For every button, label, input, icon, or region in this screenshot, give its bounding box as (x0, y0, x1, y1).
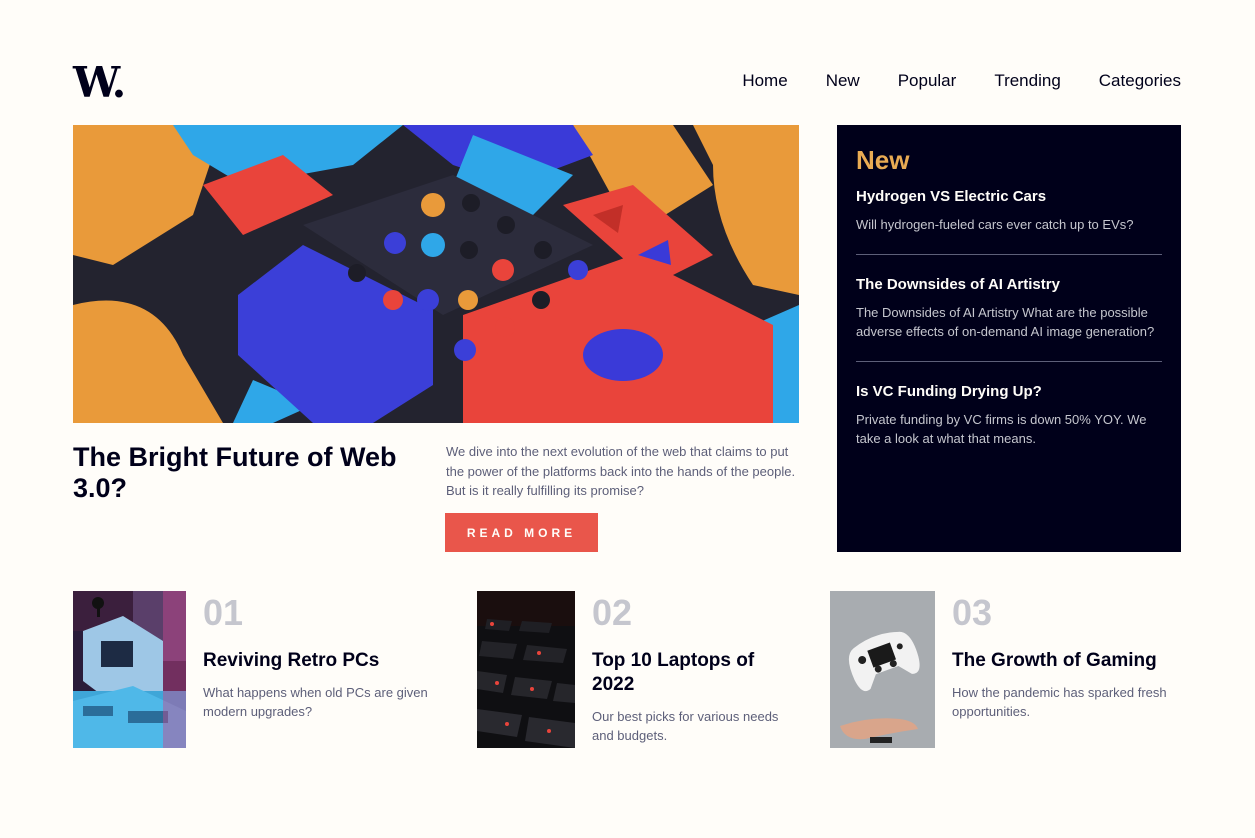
card-description: Our best picks for various needs and bud… (592, 709, 779, 743)
new-article-item[interactable]: Hydrogen VS Electric Cars Will hydrogen-… (856, 187, 1162, 234)
new-article-item[interactable]: The Downsides of AI Artistry The Downsid… (856, 275, 1162, 341)
main-nav: Home New Popular Trending Categories (742, 71, 1181, 91)
new-article-title[interactable]: The Downsides of AI Artistry (856, 275, 1162, 295)
new-article-description: The Downsides of AI Artistry What are th… (856, 305, 1155, 339)
new-article-title[interactable]: Is VC Funding Drying Up? (856, 382, 1162, 402)
card-title[interactable]: The Growth of Gaming (952, 649, 1182, 673)
nav-categories[interactable]: Categories (1099, 71, 1181, 91)
card-description: How the pandemic has sparked fresh oppor… (952, 685, 1167, 719)
read-more-button[interactable]: READ MORE (445, 513, 598, 552)
article-card[interactable]: 03 The Growth of Gaming How the pandemic… (830, 591, 1181, 748)
card-description: What happens when old PCs are given mode… (203, 685, 428, 719)
card-body: 02 Top 10 Laptops of 2022 Our best picks… (592, 591, 802, 748)
divider (856, 361, 1162, 362)
hero-image (73, 125, 799, 423)
card-number: 03 (952, 592, 993, 633)
new-article-description: Will hydrogen-fueled cars ever catch up … (856, 217, 1134, 232)
nav-popular[interactable]: Popular (898, 71, 957, 91)
card-body: 03 The Growth of Gaming How the pandemic… (952, 591, 1182, 748)
nav-new[interactable]: New (826, 71, 860, 91)
hero-title: The Bright Future of Web 3.0? (73, 442, 397, 503)
new-article-description: Private funding by VC firms is down 50% … (856, 412, 1147, 446)
card-number: 02 (592, 592, 633, 633)
article-card[interactable]: 01 Reviving Retro PCs What happens when … (73, 591, 453, 748)
new-articles-panel: New Hydrogen VS Electric Cars Will hydro… (837, 125, 1181, 552)
retro-pc-image (73, 591, 186, 748)
hero-description: We dive into the next evolution of the w… (446, 444, 796, 498)
logo[interactable]: W. (73, 62, 126, 104)
gaming-controller-image (830, 591, 935, 748)
nav-home[interactable]: Home (742, 71, 787, 91)
card-number: 01 (203, 592, 244, 633)
new-article-title[interactable]: Hydrogen VS Electric Cars (856, 187, 1162, 207)
divider (856, 254, 1162, 255)
new-article-item[interactable]: Is VC Funding Drying Up? Private funding… (856, 382, 1162, 448)
article-card[interactable]: 02 Top 10 Laptops of 2022 Our best picks… (477, 591, 807, 748)
card-title[interactable]: Reviving Retro PCs (203, 649, 448, 673)
laptop-keyboard-image (477, 591, 575, 748)
card-title[interactable]: Top 10 Laptops of 2022 (592, 649, 792, 697)
nav-trending[interactable]: Trending (994, 71, 1060, 91)
card-body: 01 Reviving Retro PCs What happens when … (203, 591, 448, 748)
new-panel-heading: New (856, 145, 910, 175)
